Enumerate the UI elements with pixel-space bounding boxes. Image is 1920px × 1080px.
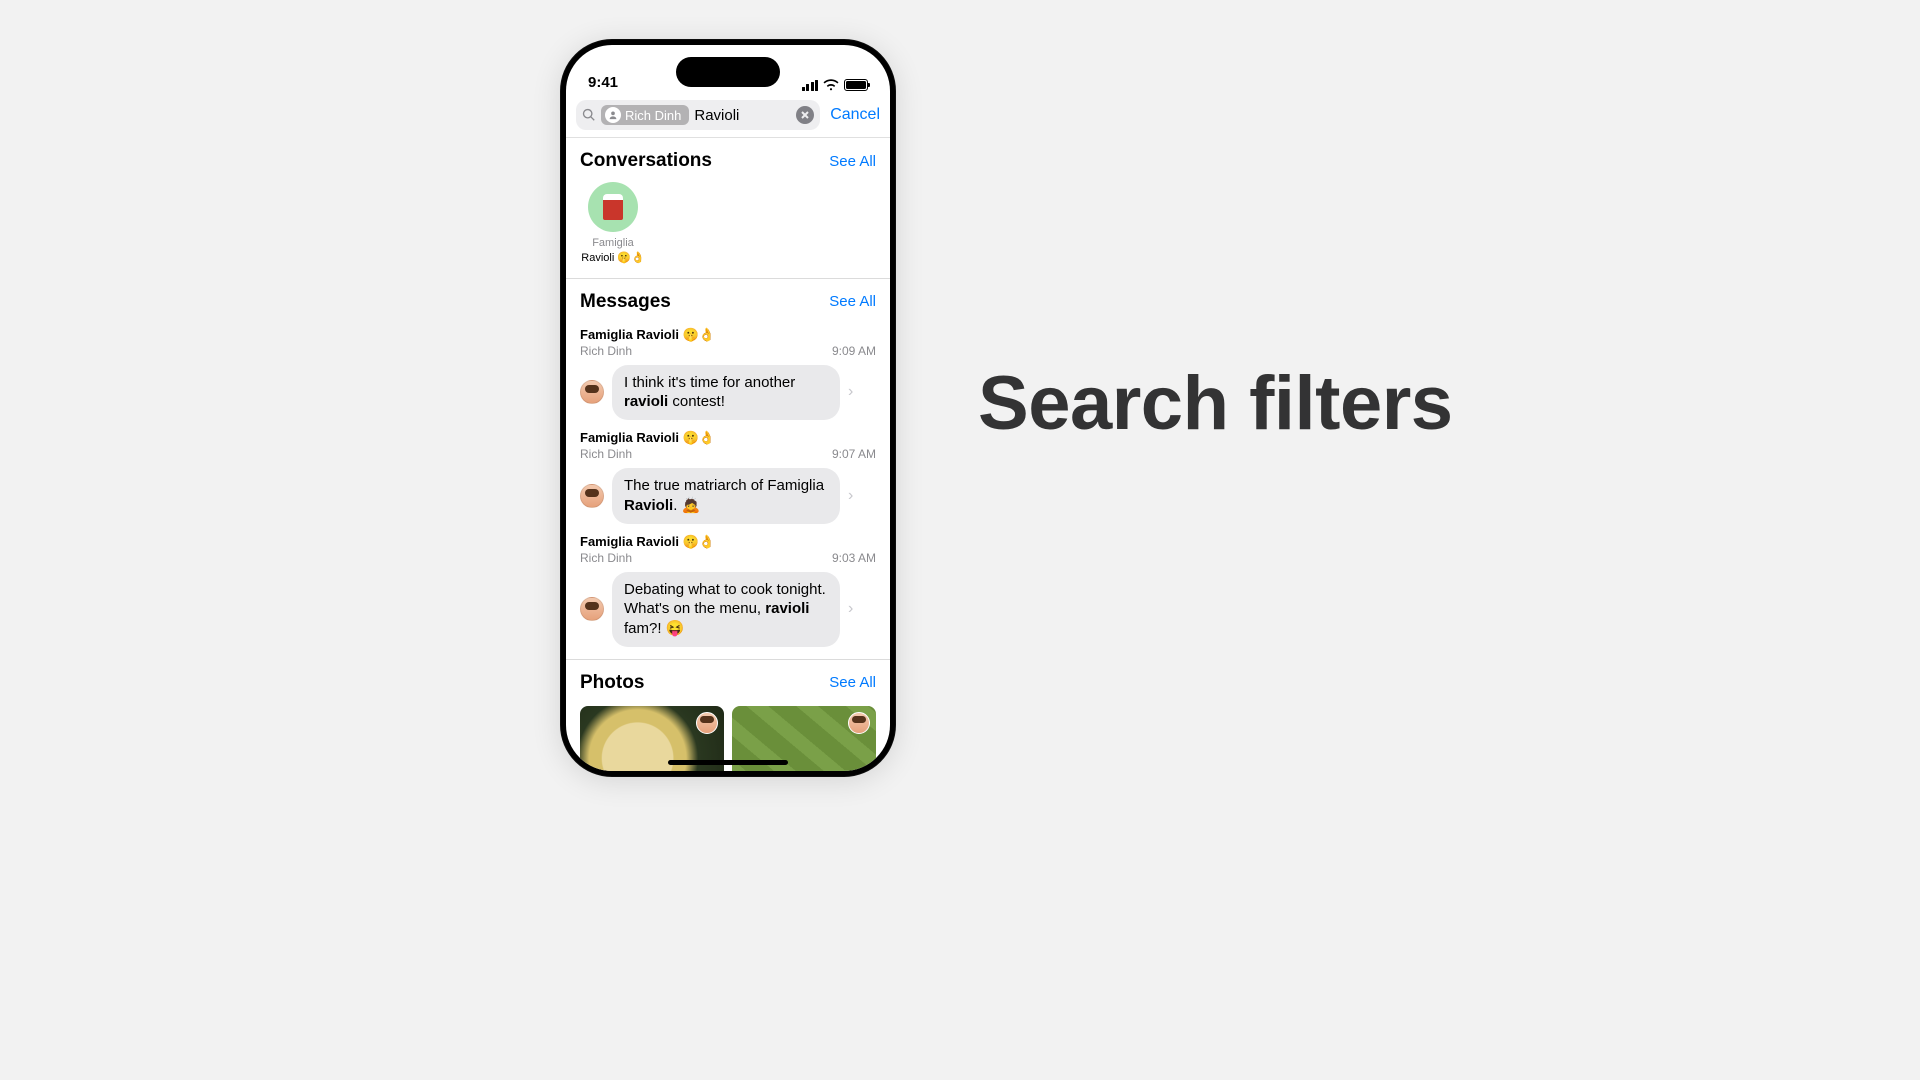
- sender-avatar: [848, 712, 870, 734]
- home-indicator[interactable]: [668, 760, 788, 765]
- message-bubble: I think it's time for another ravioli co…: [612, 365, 840, 421]
- message-result[interactable]: Famiglia Ravioli 🤫👌 Rich Dinh 9:09 AM I …: [566, 321, 890, 425]
- cellular-icon: [802, 80, 819, 91]
- messages-header: Messages See All: [566, 279, 890, 321]
- phone-frame: 9:41 Rich Dinh Raviol: [560, 39, 896, 777]
- close-icon: [801, 111, 809, 119]
- photos-header: Photos See All: [566, 660, 890, 702]
- phone-screen: 9:41 Rich Dinh Raviol: [566, 45, 890, 771]
- sender-avatar: [580, 597, 604, 621]
- message-group-name: Famiglia Ravioli 🤫👌: [580, 327, 876, 343]
- message-bubble: Debating what to cook tonight. What's on…: [612, 572, 840, 647]
- conversations-list: Famiglia Ravioli 🤫👌: [566, 180, 890, 276]
- message-group-name: Famiglia Ravioli 🤫👌: [580, 534, 876, 550]
- conversations-header: Conversations See All: [566, 138, 890, 180]
- message-bubble: The true matriarch of Famiglia Ravioli. …: [612, 468, 840, 524]
- group-avatar: [588, 182, 638, 232]
- message-sender: Rich Dinh: [580, 551, 632, 565]
- message-group-name: Famiglia Ravioli 🤫👌: [580, 430, 876, 446]
- photos-title: Photos: [580, 672, 644, 694]
- message-time: 9:07 AM: [832, 447, 876, 461]
- sender-avatar: [580, 484, 604, 508]
- message-time: 9:09 AM: [832, 344, 876, 358]
- chevron-right-icon: ›: [848, 383, 853, 401]
- wifi-icon: [823, 79, 839, 91]
- message-sender: Rich Dinh: [580, 344, 632, 358]
- person-icon: [605, 107, 621, 123]
- status-time: 9:41: [588, 74, 618, 91]
- sender-avatar: [696, 712, 718, 734]
- dynamic-island: [676, 57, 780, 87]
- conversation-label-1: Famiglia: [592, 238, 634, 249]
- token-label: Rich Dinh: [625, 108, 681, 123]
- message-result[interactable]: Famiglia Ravioli 🤫👌 Rich Dinh 9:03 AM De…: [566, 528, 890, 651]
- conversation-item[interactable]: Famiglia Ravioli 🤫👌: [580, 182, 646, 264]
- conversation-label-2: Ravioli 🤫👌: [581, 251, 644, 264]
- search-row: Rich Dinh Ravioli Cancel: [566, 95, 890, 138]
- messages-title: Messages: [580, 291, 671, 313]
- message-time: 9:03 AM: [832, 551, 876, 565]
- conversations-title: Conversations: [580, 150, 712, 172]
- photos-see-all[interactable]: See All: [829, 674, 876, 691]
- message-result[interactable]: Famiglia Ravioli 🤫👌 Rich Dinh 9:07 AM Th…: [566, 424, 890, 528]
- conversations-see-all[interactable]: See All: [829, 153, 876, 170]
- search-results[interactable]: Conversations See All Famiglia Ravioli 🤫…: [566, 138, 890, 771]
- message-sender: Rich Dinh: [580, 447, 632, 461]
- search-query-text: Ravioli: [694, 107, 739, 124]
- search-field[interactable]: Rich Dinh Ravioli: [576, 100, 820, 130]
- feature-title: Search filters: [978, 360, 1453, 447]
- chevron-right-icon: ›: [848, 600, 853, 618]
- search-icon: [582, 108, 596, 122]
- search-filter-token[interactable]: Rich Dinh: [601, 105, 689, 125]
- chevron-right-icon: ›: [848, 487, 853, 505]
- sender-avatar: [580, 380, 604, 404]
- status-icons: [802, 79, 869, 91]
- battery-icon: [844, 79, 868, 91]
- clear-search-button[interactable]: [796, 106, 814, 124]
- messages-see-all[interactable]: See All: [829, 293, 876, 310]
- cancel-button[interactable]: Cancel: [830, 106, 880, 124]
